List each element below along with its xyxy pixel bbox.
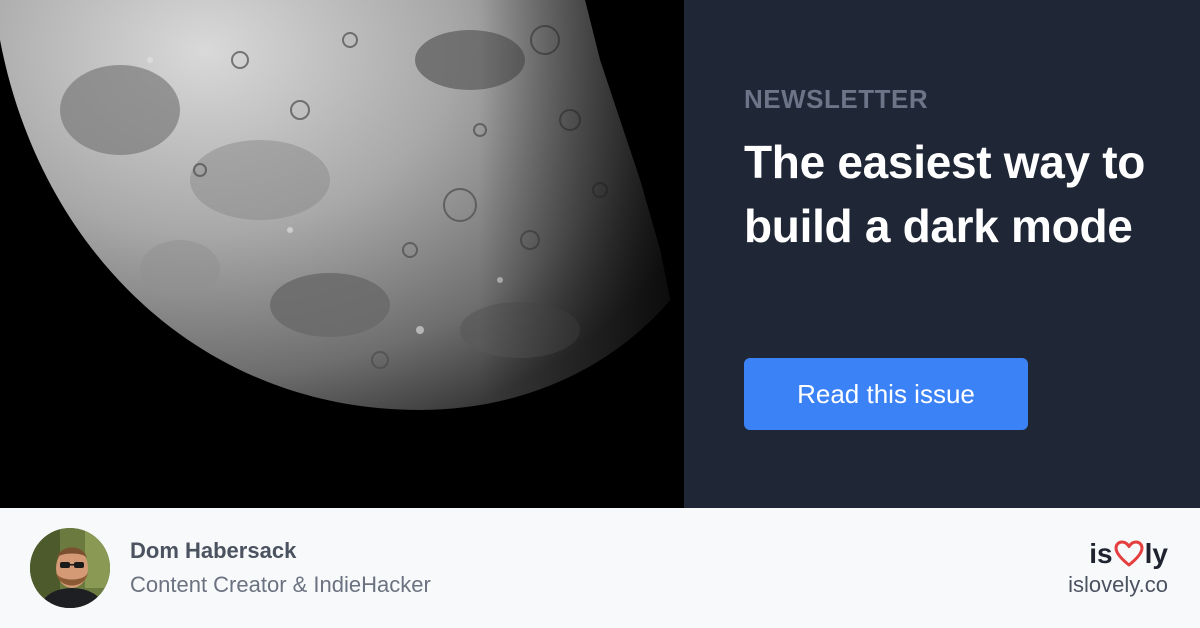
brand-suffix: ly [1144, 538, 1168, 569]
author-role: Content Creator & IndieHacker [130, 572, 431, 597]
author-name: Dom Habersack [130, 538, 297, 563]
brand-prefix: is [1089, 538, 1113, 569]
brand-url[interactable]: islovely.co [1068, 572, 1168, 598]
newsletter-label: NEWSLETTER [744, 84, 929, 114]
avatar [30, 528, 110, 608]
hero: NEWSLETTER The easiest way to build a da… [0, 0, 1200, 508]
heart-icon [1114, 540, 1144, 567]
author-photo [30, 528, 110, 608]
moon-illustration [0, 0, 684, 508]
headline: The easiest way to build a dark mode [744, 136, 1146, 252]
moon-image [0, 0, 684, 508]
hero-panel: NEWSLETTER The easiest way to build a da… [684, 0, 1200, 508]
brand-logo[interactable]: is ly [1089, 538, 1168, 570]
read-issue-button[interactable]: Read this issue [744, 358, 1028, 430]
footer: Dom Habersack Content Creator & IndieHac… [0, 508, 1200, 628]
